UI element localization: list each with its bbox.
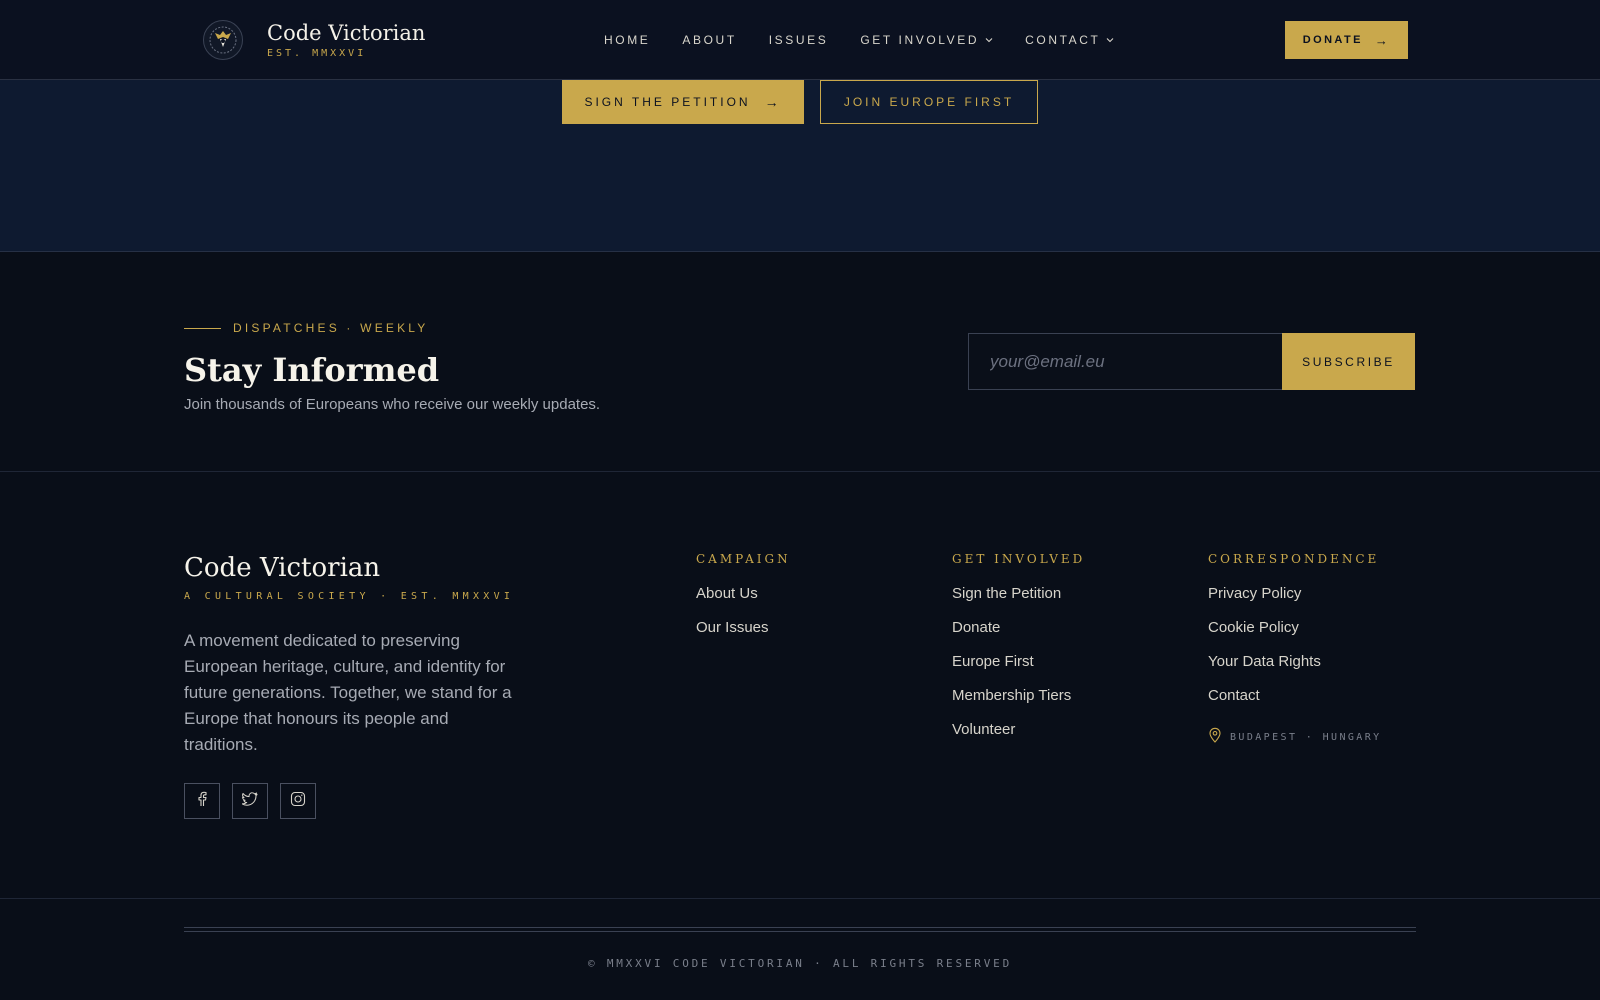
arrow-right-icon: →: [1374, 32, 1391, 48]
twitter-icon: [241, 791, 258, 812]
footer-link-volunteer[interactable]: Volunteer: [952, 721, 1085, 755]
footer-brand-name: Code Victorian: [184, 553, 381, 583]
footer-link-privacy-policy[interactable]: Privacy Policy: [1208, 585, 1382, 619]
main-nav: HOME ABOUT ISSUES GET INVOLVED CONTACT: [604, 0, 1146, 80]
instagram-icon: [290, 791, 306, 812]
footer-link-sign-petition[interactable]: Sign the Petition: [952, 585, 1085, 619]
nav-get-involved[interactable]: GET INVOLVED: [860, 33, 993, 47]
hero-section: SIGN THE PETITION → JOIN EUROPE FIRST: [0, 80, 1600, 252]
site-header: Code Victorian EST. MMXXVI HOME ABOUT IS…: [0, 0, 1600, 80]
footer-link-contact[interactable]: Contact: [1208, 687, 1382, 721]
brand-logo-link[interactable]: Code Victorian EST. MMXXVI: [203, 20, 425, 60]
footer-column-title: GET INVOLVED: [952, 552, 1086, 566]
nav-issues-label: ISSUES: [768, 33, 829, 47]
nav-about[interactable]: ABOUT: [682, 33, 736, 47]
instagram-link[interactable]: [280, 783, 316, 819]
newsletter-eyebrow-text: DISPATCHES · WEEKLY: [233, 321, 429, 335]
nav-get-involved-label: GET INVOLVED: [860, 33, 980, 47]
footer-column-get-involved: GET INVOLVED Sign the Petition Donate Eu…: [952, 552, 1085, 755]
email-input[interactable]: [968, 333, 1282, 390]
footer-link-europe-first[interactable]: Europe First: [952, 653, 1085, 687]
chevron-down-icon: [1106, 37, 1114, 43]
footer-column-title: CAMPAIGN: [696, 552, 791, 566]
sign-petition-label: SIGN THE PETITION: [584, 95, 751, 109]
footer-description: A movement dedicated to preserving Europ…: [184, 631, 512, 754]
footer-column-title: CORRESPONDENCE: [1208, 552, 1380, 566]
subscribe-button[interactable]: SUBSCRIBE: [1282, 333, 1415, 390]
newsletter-subtitle: Join thousands of Europeans who receive …: [184, 396, 601, 413]
footer-link-data-rights[interactable]: Your Data Rights: [1208, 653, 1382, 687]
footer-location: BUDAPEST · HUNGARY: [1208, 727, 1382, 748]
facebook-link[interactable]: [184, 783, 220, 819]
nav-issues[interactable]: ISSUES: [769, 33, 829, 47]
donate-button-label: DONATE: [1302, 34, 1363, 46]
donate-button[interactable]: DONATE →: [1285, 21, 1408, 59]
footer-double-rule-bottom: [184, 931, 1416, 932]
nav-contact-label: CONTACT: [1025, 33, 1101, 47]
eagle-emblem-icon: [203, 20, 243, 60]
newsletter-title: Stay Informed: [184, 351, 440, 389]
arrow-right-icon: →: [764, 94, 782, 110]
nav-home[interactable]: HOME: [604, 33, 650, 47]
footer-double-rule-top: [184, 927, 1416, 928]
footer-column-correspondence: CORRESPONDENCE Privacy Policy Cookie Pol…: [1208, 552, 1382, 748]
nav-contact[interactable]: CONTACT: [1025, 33, 1114, 47]
map-pin-icon: [1208, 727, 1222, 748]
facebook-icon: [194, 791, 210, 812]
footer-divider: [0, 898, 1600, 899]
join-europe-first-label: JOIN EUROPE FIRST: [843, 95, 1015, 109]
footer-tagline: A CULTURAL SOCIETY · EST. MMXXVI: [184, 591, 515, 602]
sign-petition-button[interactable]: SIGN THE PETITION →: [562, 80, 804, 124]
hero-cta-row: SIGN THE PETITION → JOIN EUROPE FIRST: [562, 80, 1038, 124]
eyebrow-divider: [184, 327, 221, 329]
subscribe-form: SUBSCRIBE: [968, 333, 1415, 390]
nav-home-label: HOME: [604, 33, 651, 47]
footer-location-text: BUDAPEST · HUNGARY: [1230, 732, 1382, 743]
social-links: [184, 783, 328, 819]
footer-link-cookie-policy[interactable]: Cookie Policy: [1208, 619, 1382, 653]
newsletter-eyebrow: DISPATCHES · WEEKLY: [184, 321, 429, 335]
twitter-link[interactable]: [232, 783, 268, 819]
footer-link-our-issues[interactable]: Our Issues: [696, 619, 791, 653]
copyright-text: © MMXXVI CODE VICTORIAN · ALL RIGHTS RES…: [587, 957, 1012, 970]
site-footer: Code Victorian A CULTURAL SOCIETY · EST.…: [0, 472, 1600, 1000]
footer-link-donate[interactable]: Donate: [952, 619, 1085, 653]
footer-column-campaign: CAMPAIGN About Us Our Issues: [696, 552, 791, 653]
join-europe-first-button[interactable]: JOIN EUROPE FIRST: [820, 80, 1038, 124]
brand-name: Code Victorian: [267, 21, 426, 45]
newsletter-section: DISPATCHES · WEEKLY Stay Informed Join t…: [0, 253, 1600, 472]
footer-link-about-us[interactable]: About Us: [696, 585, 791, 619]
nav-about-label: ABOUT: [682, 33, 737, 47]
brand-established: EST. MMXXVI: [267, 48, 367, 59]
chevron-down-icon: [985, 37, 993, 43]
footer-link-membership-tiers[interactable]: Membership Tiers: [952, 687, 1085, 721]
